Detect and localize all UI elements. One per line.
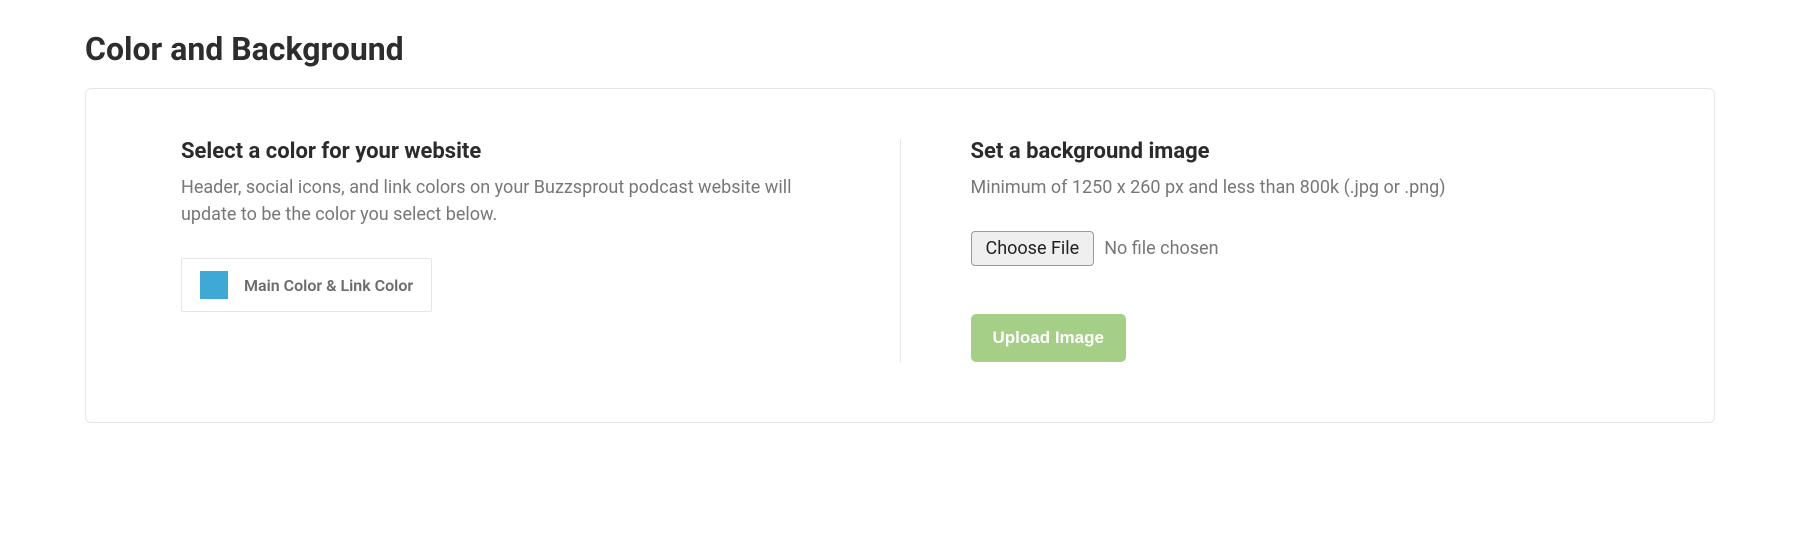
background-column: Set a background image Minimum of 1250 x…	[900, 139, 1620, 362]
color-picker[interactable]: Main Color & Link Color	[181, 258, 432, 312]
file-status-text: No file chosen	[1104, 238, 1218, 259]
upload-image-button[interactable]: Upload Image	[971, 314, 1126, 362]
choose-file-button[interactable]: Choose File	[971, 231, 1095, 266]
background-section-heading: Set a background image	[971, 139, 1620, 164]
settings-panel: Select a color for your website Header, …	[85, 88, 1715, 423]
color-section-heading: Select a color for your website	[181, 139, 830, 164]
page-title: Color and Background	[85, 30, 1715, 68]
background-section-description: Minimum of 1250 x 260 px and less than 8…	[971, 174, 1620, 201]
color-picker-label: Main Color & Link Color	[244, 276, 413, 295]
color-swatch-icon	[200, 271, 228, 299]
color-section-description: Header, social icons, and link colors on…	[181, 174, 830, 228]
color-column: Select a color for your website Header, …	[181, 139, 900, 362]
file-input-row: Choose File No file chosen	[971, 231, 1219, 266]
